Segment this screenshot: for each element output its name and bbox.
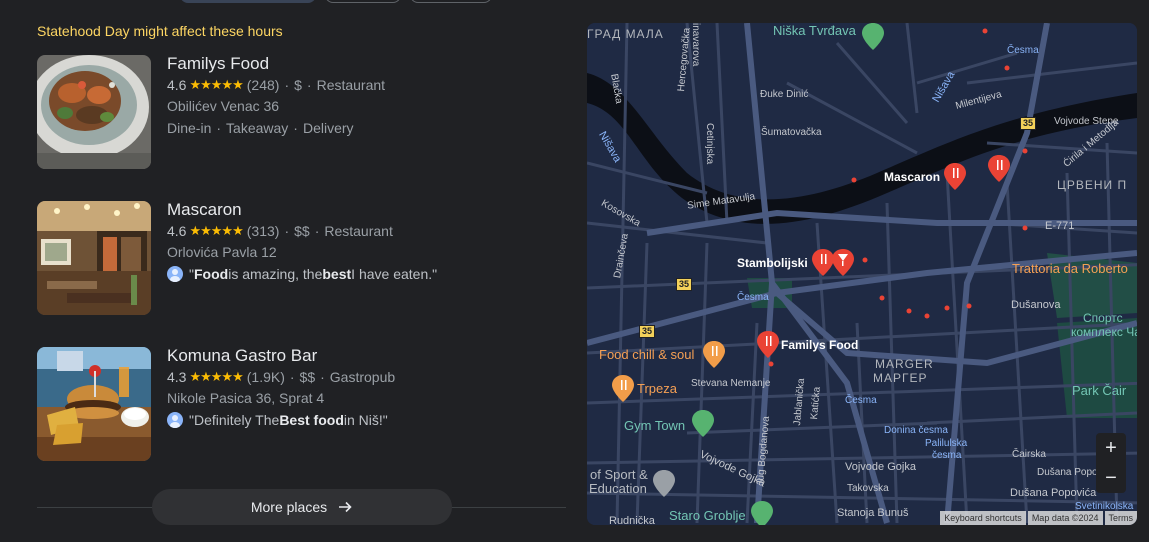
map-label: Dušana Popovića [1010, 487, 1097, 499]
filter-chip-2[interactable] [325, 0, 401, 3]
map-label: Staro Groblje [669, 508, 746, 523]
rating-stars-icon: ★★★★★ [189, 77, 243, 92]
review-snippet: "Definitely The Best food in Niš!" [167, 409, 395, 431]
map-label: Rudnička [609, 515, 655, 525]
map-label-trpeza[interactable]: Trpeza [637, 381, 677, 396]
route-shield: 35 [639, 325, 656, 338]
map-label: ЦРВЕНИ П [1057, 178, 1128, 192]
place-address: Nikole Pasica 36, Sprat 4 [167, 390, 325, 406]
place-category: Gastropub [329, 369, 396, 385]
rating-stars-icon: ★★★★★ [189, 223, 243, 238]
service-delivery: Delivery [302, 120, 354, 136]
map-label: česma [932, 450, 962, 461]
map-label: Čairska [1012, 449, 1046, 460]
keyboard-shortcuts-link[interactable]: Keyboard shortcuts [940, 511, 1026, 525]
map-label: Donina česma [884, 425, 948, 436]
map-label: Спортс [1083, 311, 1123, 325]
map-attribution: Keyboard shortcuts Map data ©2024 Terms [938, 511, 1137, 525]
map-label-trattoria[interactable]: Trattoria da Roberto [1012, 261, 1128, 276]
map-label: Stanoja Bunuš [837, 507, 909, 519]
place-address: Obilićev Venac 36 [167, 98, 280, 114]
map-label-gym-town[interactable]: Gym Town [624, 418, 685, 433]
map-label: Takovska [847, 483, 889, 494]
map-label: МАРГЕР [873, 371, 928, 385]
map-label: Cetinjska [704, 123, 715, 165]
review-count[interactable]: (313) [247, 221, 280, 241]
map-label: Česma [737, 292, 769, 303]
filter-chip-3[interactable] [410, 0, 492, 3]
place-category: Restaurant [316, 77, 386, 93]
map-label: Education [589, 481, 647, 496]
map-label: of Sport & [590, 467, 648, 482]
map-label: Palilulska [925, 438, 968, 449]
rating-value: 4.6 [167, 77, 187, 93]
map-label-stambolijski[interactable]: Stambolijski [737, 256, 808, 270]
zoom-in-button[interactable]: + [1096, 433, 1126, 463]
place-name[interactable]: Mascaron [167, 199, 437, 221]
map-label-familys-food[interactable]: Familys Food [781, 338, 858, 352]
service-takeaway: Takeaway [226, 120, 289, 136]
route-shield: 35 [1020, 117, 1037, 130]
place-address: Orlovića Pavla 12 [167, 244, 277, 260]
price-level: $$ [299, 369, 316, 385]
rating-stars-icon: ★★★★★ [189, 369, 243, 384]
map-label: Niška Tvrđava [773, 23, 856, 38]
place-name[interactable]: Komuna Gastro Bar [167, 345, 395, 367]
filter-chip-primary[interactable] [180, 0, 316, 3]
zoom-controls: + − [1096, 433, 1126, 493]
place-rating-line: 4.6 ★★★★★ (248) · $ · Restaurant [167, 75, 386, 95]
price-level: $ [294, 77, 302, 93]
service-dine-in: Dine-in [167, 120, 212, 136]
place-name[interactable]: Familys Food [167, 53, 385, 75]
arrow-right-icon [339, 501, 352, 513]
reviewer-avatar-icon [167, 412, 183, 428]
zoom-out-button[interactable]: − [1096, 463, 1126, 493]
route-shield: 35 [676, 278, 693, 291]
place-category: Restaurant [324, 223, 393, 239]
map-label: Vojvode Gojka [845, 461, 916, 473]
place-services: Dine-in · Takeaway · Delivery [167, 120, 354, 136]
map-label-mascaron[interactable]: Mascaron [884, 170, 940, 184]
review-count[interactable]: (248) [247, 75, 280, 95]
map-label-food-chill[interactable]: Food chill & soul [599, 347, 694, 362]
map-label: Đuke Dinić [760, 89, 809, 100]
map-label: Šumatovačka [761, 127, 822, 138]
map-label: Park Čair [1072, 383, 1127, 398]
rating-value: 4.3 [167, 369, 187, 385]
map-label: ГРАД МАЛА [587, 27, 664, 41]
place-result-mascaron[interactable]: Mascaron 4.6 ★★★★★ (313) · $$ · Restaura… [37, 199, 557, 316]
map-label: Česma [1007, 45, 1039, 56]
place-result-komuna-gastro-bar[interactable]: Komuna Gastro Bar 4.3 ★★★★★ (1.9K) · $$ … [37, 345, 557, 462]
map-data-label: Map data ©2024 [1027, 511, 1103, 525]
holiday-notice: Statehood Day might affect these hours [37, 23, 283, 39]
map-label: E-771 [1045, 220, 1075, 232]
reviewer-avatar-icon [167, 266, 183, 282]
place-rating-line: 4.3 ★★★★★ (1.9K) · $$ · Gastropub [167, 367, 396, 387]
map-label: Stevana Nemanje [691, 378, 771, 389]
map-label: Česma [845, 395, 877, 406]
map-label: MARGER [875, 357, 934, 371]
place-photo[interactable] [37, 55, 151, 169]
more-places-button[interactable]: More places [152, 489, 452, 525]
map-view[interactable]: ГРАД МАЛА Niška Tvrđava Česma inavarova … [587, 23, 1137, 525]
rating-value: 4.6 [167, 223, 187, 239]
map-label: комплекс Ча [1071, 325, 1137, 339]
map-label: Dušanova [1011, 299, 1061, 311]
place-photo[interactable] [37, 347, 151, 461]
place-photo[interactable] [37, 201, 151, 315]
review-snippet: " Food is amazing, the best I have eaten.… [167, 263, 437, 285]
review-count[interactable]: (1.9K) [247, 367, 285, 387]
terms-link[interactable]: Terms [1104, 511, 1137, 525]
place-rating-line: 4.6 ★★★★★ (313) · $$ · Restaurant [167, 221, 393, 241]
place-result-familys-food[interactable]: Familys Food 4.6 ★★★★★ (248) · $ · Resta… [37, 53, 557, 170]
more-places-label: More places [250, 499, 328, 515]
price-level: $$ [294, 223, 310, 239]
